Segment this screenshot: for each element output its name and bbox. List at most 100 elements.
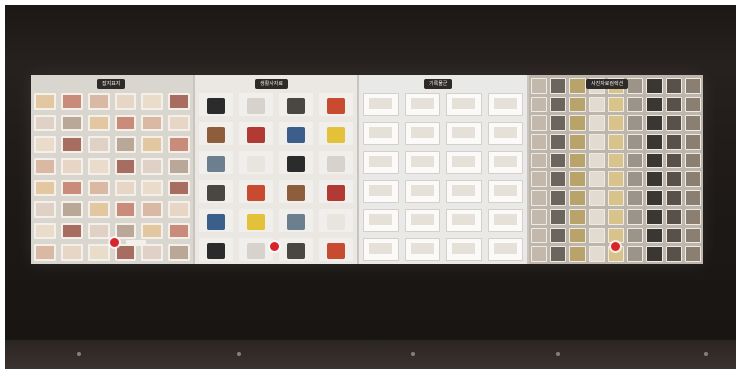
magazine-thumbnail — [87, 179, 110, 197]
photo-thumbnail — [665, 208, 682, 225]
document-image — [369, 156, 393, 167]
document-thumbnail — [487, 180, 523, 203]
document-thumbnail — [446, 93, 482, 116]
photo-thumbnail — [531, 208, 548, 225]
photo-thumbnail — [684, 171, 701, 188]
magazine-thumbnail — [60, 93, 83, 110]
photo-thumbnail — [627, 227, 644, 244]
document-image — [452, 185, 476, 196]
magazine-thumbnail — [168, 179, 190, 197]
marker-tag — [126, 240, 146, 246]
magazine-thumbnail — [60, 136, 83, 153]
photo-thumbnail — [665, 152, 682, 169]
magazine-thumbnail — [87, 244, 110, 261]
photo-thumbnail — [569, 78, 586, 94]
object-thumbnail — [199, 238, 233, 261]
photo-thumbnail — [665, 96, 682, 113]
photo-thumbnail — [531, 78, 548, 94]
object-image — [286, 127, 306, 144]
photo-thumbnail — [588, 171, 605, 188]
document-grid — [363, 93, 523, 261]
object-thumbnail — [319, 238, 353, 261]
object-thumbnail — [319, 209, 353, 232]
object-image — [246, 127, 266, 144]
photo-thumbnail — [684, 115, 701, 132]
object-image — [206, 243, 226, 260]
document-image — [369, 214, 393, 225]
object-thumbnail — [199, 180, 233, 203]
document-thumbnail — [487, 122, 523, 145]
magazine-thumbnail — [60, 179, 83, 197]
photo-thumbnail — [607, 134, 625, 150]
photo-thumbnail — [665, 134, 682, 150]
photo-thumbnail — [550, 115, 567, 132]
magazine-thumbnail — [34, 114, 56, 132]
object-thumbnail — [199, 93, 233, 116]
document-thumbnail — [446, 151, 482, 174]
document-thumbnail — [446, 180, 482, 203]
photo-thumbnail — [684, 190, 701, 206]
magazine-thumbnail — [34, 201, 56, 218]
photo-thumbnail — [531, 115, 548, 132]
photo-thumbnail — [665, 171, 682, 188]
photo-thumbnail — [646, 96, 663, 113]
panel-records: 기록물군 — [359, 75, 527, 264]
photo-thumbnail — [569, 208, 586, 225]
photo-thumbnail — [607, 190, 625, 206]
photo-thumbnail — [646, 190, 663, 206]
object-image — [326, 214, 346, 231]
photo-grid — [531, 78, 701, 262]
document-image — [493, 98, 517, 109]
magazine-thumbnail — [141, 222, 164, 240]
object-thumbnail — [319, 151, 353, 174]
photo-thumbnail — [550, 190, 567, 206]
document-image — [452, 214, 476, 225]
document-image — [410, 214, 434, 225]
document-image — [452, 98, 476, 109]
marker-dot — [110, 238, 119, 247]
marker-dot — [270, 242, 279, 251]
object-image — [206, 127, 226, 144]
document-thumbnail — [446, 209, 482, 232]
photo-thumbnail — [550, 134, 567, 150]
document-image — [452, 156, 476, 167]
magazine-thumbnail — [168, 93, 190, 110]
object-thumbnail — [239, 93, 273, 116]
magazine-thumbnail — [114, 179, 137, 197]
photo-thumbnail — [684, 227, 701, 244]
document-thumbnail — [446, 122, 482, 145]
photo-thumbnail — [627, 171, 644, 188]
photo-thumbnail — [550, 208, 567, 225]
document-thumbnail — [363, 151, 399, 174]
panel-photo-collection: 사진자료컴렉션 — [529, 75, 703, 264]
object-thumbnail — [199, 151, 233, 174]
video-wall-screen: 잡지표지 생활사자료 기록물군 사진자료컴렉션 — [31, 75, 703, 264]
magazine-thumbnail — [141, 93, 164, 110]
photo-thumbnail — [646, 208, 663, 225]
magazine-thumbnail — [87, 157, 110, 175]
photo-thumbnail — [627, 96, 644, 113]
magazine-thumbnail — [60, 157, 83, 175]
photo-thumbnail — [665, 227, 682, 244]
photo-thumbnail — [588, 208, 605, 225]
document-image — [410, 98, 434, 109]
photo-thumbnail — [588, 227, 605, 244]
photo-thumbnail — [569, 152, 586, 169]
magazine-thumbnail — [141, 114, 164, 132]
object-image — [286, 243, 306, 260]
photo-thumbnail — [550, 227, 567, 244]
magazine-thumbnail — [168, 244, 190, 261]
photo-thumbnail — [531, 134, 548, 150]
photo-thumbnail — [646, 227, 663, 244]
photo-thumbnail — [646, 115, 663, 132]
object-image — [246, 98, 266, 115]
photo-thumbnail — [607, 115, 625, 132]
magazine-thumbnail — [141, 201, 164, 218]
magazine-thumbnail — [34, 136, 56, 153]
photo-thumbnail — [550, 152, 567, 169]
document-thumbnail — [487, 238, 523, 261]
object-thumbnail — [239, 209, 273, 232]
document-thumbnail — [363, 209, 399, 232]
document-thumbnail — [363, 93, 399, 116]
panel-magazine-covers: 잡지표지 — [31, 75, 193, 264]
